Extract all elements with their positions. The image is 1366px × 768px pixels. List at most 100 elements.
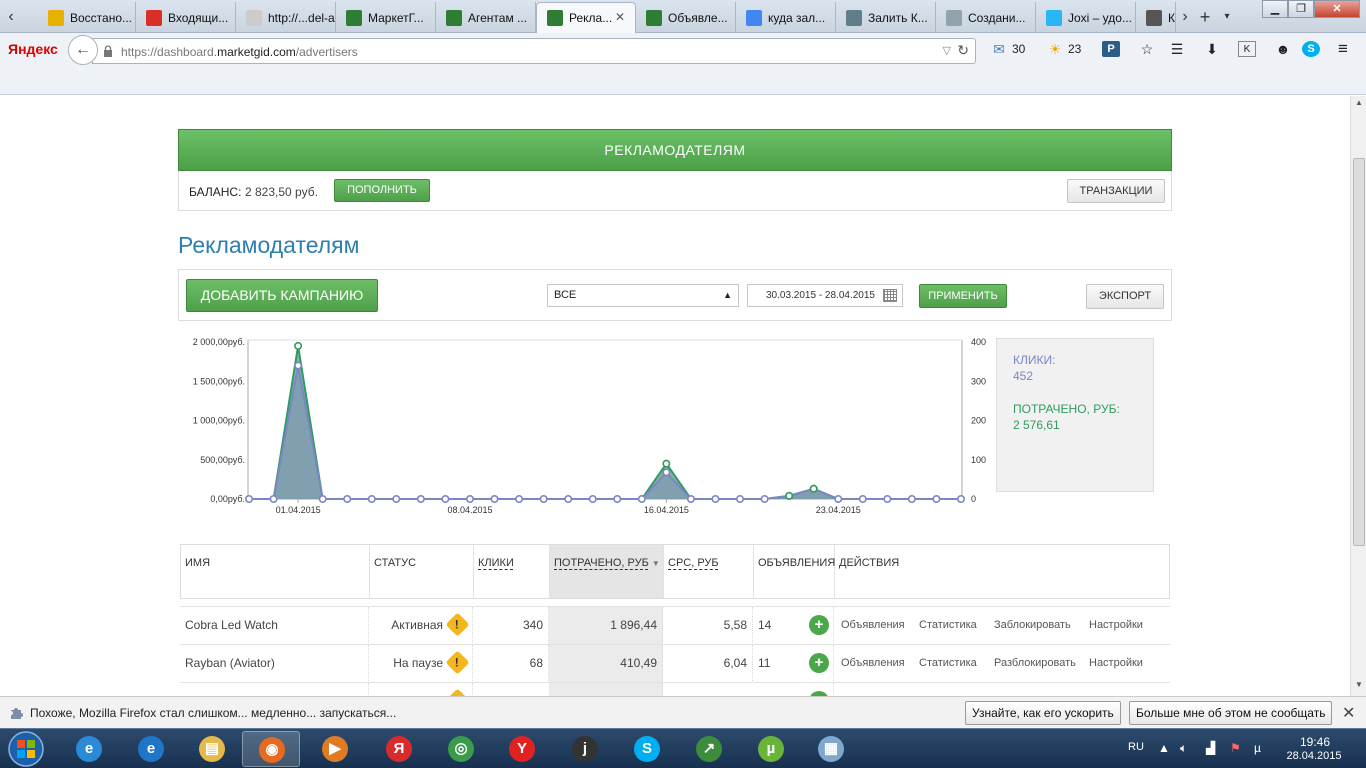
page-scrollbar[interactable]: ▲ ▼ (1350, 96, 1366, 696)
address-bar[interactable]: https://dashboard.marketgid.com/advertis… (92, 38, 976, 64)
taskbar-app[interactable]: Y (493, 731, 551, 767)
bookmarks-list-icon[interactable]: ☰ (1168, 41, 1186, 57)
ads-count: 11 (758, 656, 771, 670)
taskbar-app[interactable]: ▦ (802, 731, 860, 767)
show-hidden-icons-icon[interactable]: ▲ (1158, 741, 1170, 755)
menu-icon[interactable]: ≡ (1334, 40, 1352, 57)
campaign-name[interactable] (180, 683, 369, 696)
apply-button[interactable]: ПРИМЕНИТЬ (919, 284, 1007, 308)
taskbar-app[interactable]: µ (742, 731, 800, 767)
block-link[interactable]: Заблокировать (994, 607, 1071, 643)
taskbar-app[interactable]: S (618, 731, 676, 767)
calendar-icon[interactable] (883, 289, 897, 302)
warning-icon[interactable] (445, 688, 470, 696)
campaign-name[interactable]: Cobra Led Watch (180, 607, 369, 645)
clicks-point (637, 495, 646, 504)
chat-icon[interactable]: ☻ (1274, 41, 1292, 57)
notification-text: Похоже, Mozilla Firefox стал слишком... … (30, 706, 397, 720)
stats-link[interactable]: Статистика (919, 645, 977, 681)
mail-widget[interactable]: ✉ 30 (990, 41, 1025, 57)
k-extension-icon[interactable]: K (1238, 41, 1256, 57)
taskbar-app[interactable]: ▤ (183, 731, 241, 767)
browser-tab[interactable]: Агентам ... (436, 2, 536, 33)
clicks-point (441, 495, 450, 504)
reload-icon[interactable]: ↻ (957, 42, 969, 59)
dont-show-again-button[interactable]: Больше мне об этом не сообщать (1129, 701, 1333, 725)
column-header-cpc-label: CPC, РУБ (668, 557, 719, 569)
browser-tab[interactable]: Залить К... (836, 2, 936, 33)
minimize-window-icon[interactable]: ▁ (1262, 0, 1288, 18)
url-text[interactable]: https://dashboard.marketgid.com/advertis… (121, 45, 358, 59)
scroll-up-icon[interactable]: ▲ (1353, 98, 1365, 110)
topup-button[interactable]: ПОПОЛНИТЬ (334, 179, 430, 202)
settings-link[interactable]: Настройки (1089, 645, 1143, 681)
column-header-clicks[interactable]: КЛИКИ (474, 545, 550, 598)
scrollbar-thumb[interactable] (1353, 158, 1365, 546)
scroll-down-icon[interactable]: ▼ (1353, 680, 1365, 692)
weather-widget[interactable]: ☀ 23 (1046, 41, 1082, 57)
language-indicator[interactable]: RU (1128, 741, 1144, 753)
clock-time[interactable]: 19:46 (1290, 735, 1340, 749)
url-history-dropdown-icon[interactable]: ▽ (943, 44, 951, 57)
ads-link[interactable]: Объявления (841, 607, 905, 643)
browser-tab[interactable]: куда зал... (736, 2, 836, 33)
stats-link[interactable]: Статистика (919, 607, 977, 643)
ads-cell: 14 + (753, 607, 834, 645)
settings-link[interactable]: Настройки (1089, 607, 1143, 643)
learn-speedup-button[interactable]: Узнайте, как его ускорить (965, 701, 1121, 725)
close-window-icon[interactable]: ✕ (1314, 0, 1360, 18)
unblock-link[interactable]: Разблокировать (994, 645, 1076, 681)
browser-tab[interactable]: Joxi – удо... (1036, 2, 1136, 33)
taskbar-app[interactable]: e (60, 731, 118, 767)
maximize-window-icon[interactable]: ❐ (1288, 0, 1314, 18)
browser-tab[interactable]: http://...del-aff (236, 2, 336, 33)
browser-tab[interactable]: Создани... (936, 2, 1036, 33)
export-button[interactable]: ЭКСПОРТ (1086, 284, 1164, 309)
browser-tab[interactable]: Рекла... ✕ (536, 2, 636, 33)
taskbar-app[interactable]: j (556, 731, 614, 767)
column-header-cpc[interactable]: CPC, РУБ (664, 545, 754, 598)
close-notification-icon[interactable]: ✕ (1342, 703, 1355, 723)
browser-tab[interactable]: Восстано... (38, 2, 136, 33)
campaign-status: Активная (369, 607, 473, 645)
ads-link[interactable]: Объявления (841, 645, 905, 681)
browser-tab[interactable]: Объявле... (636, 2, 736, 33)
browser-tab[interactable]: МаркетГ... (336, 2, 436, 33)
taskbar-app[interactable]: e (122, 731, 180, 767)
taskbar-app[interactable]: ↗ (680, 731, 738, 767)
sort-desc-icon: ▼ (651, 559, 660, 568)
downloads-icon[interactable]: ⬇ (1203, 41, 1221, 57)
add-ad-icon[interactable]: + (809, 653, 829, 673)
browser-tab[interactable]: Входящи... (136, 2, 236, 33)
clock-date[interactable]: 28.04.2015 (1284, 750, 1344, 762)
action-center-icon[interactable]: ⚑ (1230, 741, 1241, 755)
transactions-button[interactable]: ТРАНЗАКЦИИ (1067, 179, 1165, 203)
taskbar-app[interactable]: Я (370, 731, 428, 767)
skype-extension-icon[interactable]: S (1302, 41, 1320, 57)
new-tab-icon[interactable]: + (1196, 6, 1214, 28)
utorrent-tray-icon[interactable]: µ (1254, 741, 1261, 755)
warning-icon[interactable] (445, 650, 470, 675)
tab-list-icon[interactable]: ▾ (1218, 6, 1236, 28)
back-button[interactable]: ← (68, 35, 98, 65)
add-ad-icon[interactable]: + (809, 615, 829, 635)
date-range-input[interactable]: 30.03.2015 - 28.04.2015 (747, 284, 903, 307)
warning-icon[interactable] (445, 612, 470, 637)
taskbar-app[interactable]: ◎ (432, 731, 490, 767)
bookmark-star-icon[interactable]: ☆ (1138, 41, 1156, 57)
x-tick-label: 08.04.2015 (447, 505, 492, 515)
network-icon[interactable]: ▟ (1206, 741, 1215, 755)
status-filter-select[interactable]: ВСЕ ▲ (547, 284, 739, 307)
p-extension-icon[interactable]: P (1102, 41, 1120, 57)
volume-icon[interactable]: 🔈︎ (1180, 741, 1187, 756)
tab-scroll-right-icon[interactable]: › (1176, 6, 1194, 28)
browser-tab[interactable]: К (1136, 2, 1176, 33)
add-campaign-button[interactable]: ДОБАВИТЬ КАМПАНИЮ (186, 279, 378, 312)
taskbar-app[interactable]: ◉ (242, 731, 300, 767)
taskbar-app[interactable]: ▶ (306, 731, 364, 767)
tab-scroll-left-icon[interactable]: ‹ (2, 6, 20, 28)
close-tab-icon[interactable]: ✕ (613, 10, 627, 24)
campaign-name[interactable]: Rayban (Aviator) (180, 645, 369, 683)
column-header-spent[interactable]: ПОТРАЧЕНО, РУБ ▼ (550, 545, 664, 598)
start-button-icon[interactable] (4, 729, 48, 768)
